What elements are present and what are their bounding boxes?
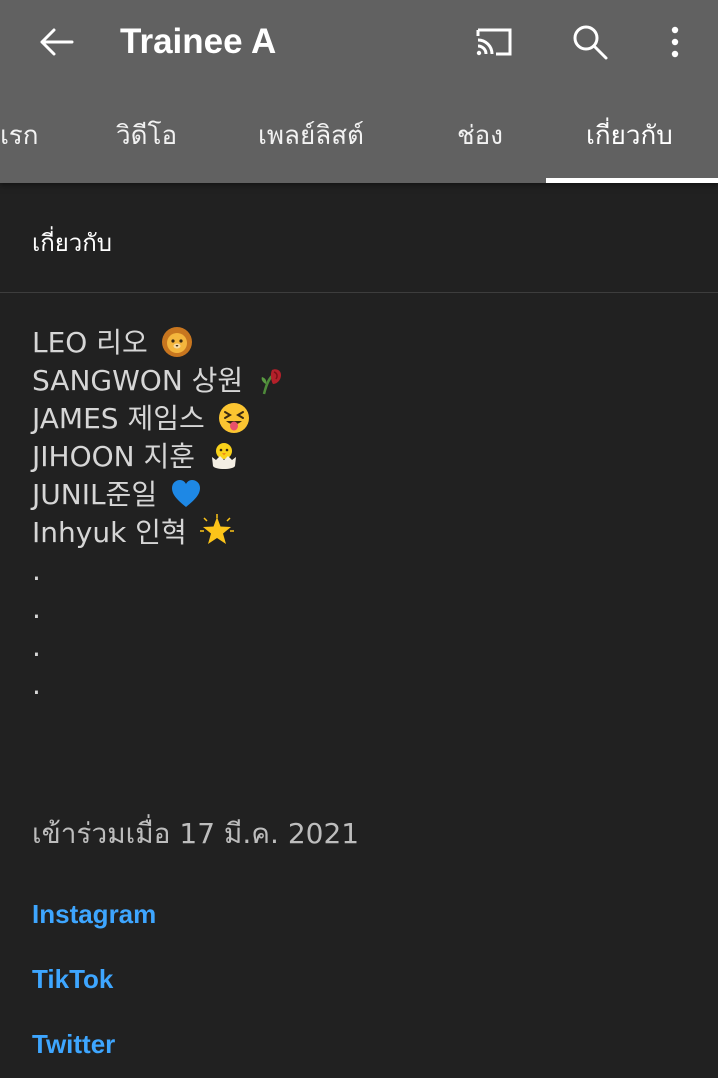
app-header: Trainee A แรก วิดีโอ เพลย์ลิสต์ ช่อง เกี… xyxy=(0,0,718,183)
description-text: . xyxy=(32,630,41,663)
cast-button[interactable] xyxy=(466,14,522,70)
tab-home[interactable]: แรก xyxy=(0,90,38,183)
search-button[interactable] xyxy=(562,14,618,70)
twitter-link[interactable]: Twitter xyxy=(32,1029,115,1060)
more-options-button[interactable] xyxy=(647,14,703,70)
section-title: เกี่ยวกับ xyxy=(32,229,113,257)
cast-icon xyxy=(476,28,512,56)
back-button[interactable] xyxy=(28,14,84,70)
description-text: SANGWON 상원 xyxy=(32,364,244,397)
description-text: Inhyuk 인혁 xyxy=(32,516,187,549)
description-line: . xyxy=(32,590,692,628)
channel-description: LEO 리오 SANGWON 상원 JAMES 제임스 JIHOON 지훈 JU… xyxy=(32,324,692,704)
tab-channels[interactable]: ช่อง xyxy=(457,90,503,183)
back-arrow-icon xyxy=(40,28,74,56)
description-line: JAMES 제임스 xyxy=(32,400,692,438)
description-text: JUNIL준일 xyxy=(32,478,158,511)
description-line: . xyxy=(32,666,692,704)
description-text: . xyxy=(32,554,41,587)
description-text: . xyxy=(32,592,41,625)
tab-videos[interactable]: วิดีโอ xyxy=(116,90,177,183)
description-line: . xyxy=(32,552,692,590)
instagram-link[interactable]: Instagram xyxy=(32,899,156,930)
channel-tabs: แรก วิดีโอ เพลย์ลิสต์ ช่อง เกี่ยวกับ xyxy=(0,90,718,183)
wilted-rose-emoji xyxy=(261,369,282,395)
about-section-header: เกี่ยวกับ xyxy=(0,183,718,293)
blue-heart-emoji xyxy=(171,480,200,507)
top-app-bar: Trainee A xyxy=(0,0,718,86)
description-line: JIHOON 지훈 xyxy=(32,438,692,476)
tab-playlists[interactable]: เพลย์ลิสต์ xyxy=(258,90,364,183)
channel-title: Trainee A xyxy=(120,22,277,61)
more-vert-icon xyxy=(671,26,679,58)
search-icon xyxy=(573,25,608,60)
description-text: JAMES 제임스 xyxy=(32,402,205,435)
description-text: . xyxy=(32,668,41,701)
description-line: Inhyuk 인혁 xyxy=(32,514,692,552)
glowing-star-emoji xyxy=(199,514,234,544)
description-line: . xyxy=(32,628,692,666)
lion-emoji xyxy=(161,327,192,357)
description-line: LEO 리오 xyxy=(32,324,692,362)
tiktok-link[interactable]: TikTok xyxy=(32,964,113,995)
selected-tab-indicator xyxy=(546,178,718,183)
squinting-tongue-emoji xyxy=(218,403,249,433)
hatching-chick-emoji xyxy=(211,443,236,469)
description-text: JIHOON 지훈 xyxy=(32,440,196,473)
description-text: LEO 리오 xyxy=(32,326,148,359)
description-line: JUNIL준일 xyxy=(32,476,692,514)
tab-about[interactable]: เกี่ยวกับ xyxy=(586,90,673,183)
joined-date: เข้าร่วมเมื่อ 17 มี.ค. 2021 xyxy=(32,817,360,850)
description-line: SANGWON 상원 xyxy=(32,362,692,400)
